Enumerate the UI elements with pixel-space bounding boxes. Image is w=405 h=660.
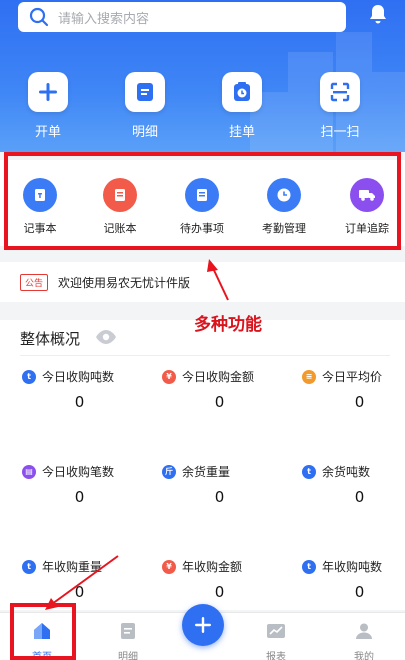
document-icon bbox=[121, 623, 135, 639]
tab-label: 报表 bbox=[266, 652, 286, 660]
annotation-arrows bbox=[45, 259, 229, 610]
tab-label: 我的 bbox=[354, 652, 374, 660]
tab-label: 明细 bbox=[118, 652, 138, 660]
chart-icon bbox=[267, 624, 285, 638]
highlight-box-features bbox=[4, 152, 401, 250]
add-fab-button[interactable] bbox=[182, 604, 224, 646]
tab-reports[interactable]: 报表 bbox=[246, 621, 306, 660]
user-icon bbox=[356, 623, 372, 639]
tab-mine[interactable]: 我的 bbox=[334, 621, 394, 660]
highlight-box-home-tab bbox=[10, 603, 76, 660]
plus-icon bbox=[195, 617, 211, 633]
tab-details[interactable]: 明细 bbox=[98, 621, 158, 660]
